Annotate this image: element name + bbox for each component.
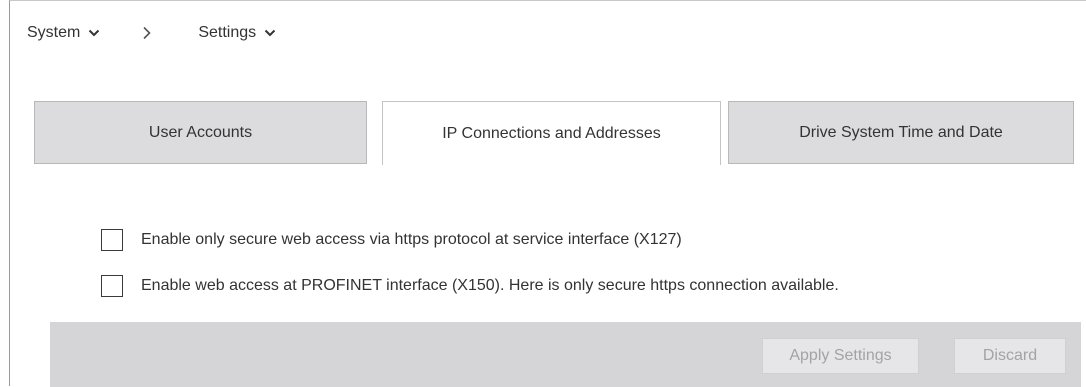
breadcrumb-system-label: System [27,24,81,41]
apply-settings-button[interactable]: Apply Settings [762,338,919,374]
discard-button[interactable]: Discard [954,338,1066,374]
tab-drive-system-time-label: Drive System Time and Date [799,123,1003,141]
tab-user-accounts-label: User Accounts [148,123,253,141]
tab-ip-connections-label: IP Connections and Addresses [442,124,661,142]
tab-ip-connections[interactable]: IP Connections and Addresses [382,101,721,165]
tab-bar: User Accounts IP Connections and Address… [34,101,1074,165]
profinet-web-access-label: Enable web access at PROFINET interface … [141,277,839,294]
option-secure-web-access: Enable only secure web access via https … [101,228,839,252]
tab-user-accounts[interactable]: User Accounts [34,101,367,164]
settings-panel: System Settings User Accounts IP Connect… [9,0,1086,387]
profinet-web-access-checkbox[interactable] [101,275,123,297]
secure-web-access-checkbox[interactable] [101,229,123,251]
breadcrumb-settings[interactable]: Settings [198,24,276,42]
chevron-down-icon [264,29,276,37]
breadcrumb-settings-label: Settings [198,24,257,41]
chevron-down-icon [89,29,100,37]
breadcrumb: System Settings [27,21,276,45]
tab-drive-system-time[interactable]: Drive System Time and Date [728,101,1074,164]
secure-web-access-label: Enable only secure web access via https … [141,231,682,248]
chevron-right-icon [143,26,151,40]
action-bar: Apply Settings Discard [50,322,1081,387]
options-list: Enable only secure web access via https … [101,228,839,320]
option-profinet-web-access: Enable web access at PROFINET interface … [101,274,839,298]
breadcrumb-system[interactable]: System [27,24,100,42]
